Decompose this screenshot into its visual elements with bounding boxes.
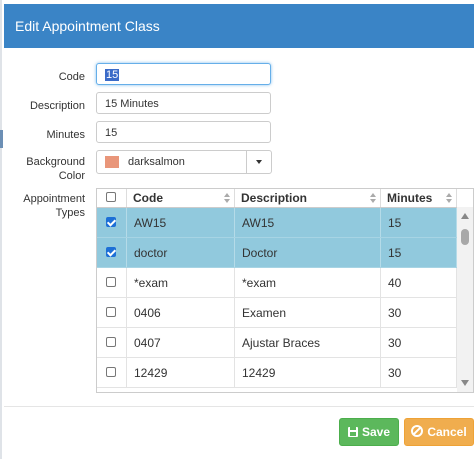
row-select-cell: [97, 268, 127, 297]
minutes-cell: 30: [381, 298, 457, 327]
save-button-label: Save: [361, 425, 391, 439]
row-checkbox[interactable]: [106, 217, 116, 227]
minutes-field[interactable]: 15: [96, 121, 271, 143]
table-row[interactable]: 0406 Examen 30: [97, 298, 457, 328]
footer-divider: [4, 406, 474, 407]
background-color-label: Background Color: [4, 155, 85, 183]
scroll-down-icon[interactable]: [461, 380, 469, 386]
row-select-cell: [97, 208, 127, 237]
description-cell: AW15: [235, 208, 381, 237]
grid-scrollbar[interactable]: [457, 207, 473, 392]
header-select-all-cell: [97, 189, 127, 207]
row-checkbox[interactable]: [106, 307, 116, 317]
minutes-cell: 30: [381, 328, 457, 357]
scroll-thumb[interactable]: [461, 229, 469, 245]
code-cell: *exam: [127, 268, 235, 297]
color-name: darksalmon: [128, 156, 185, 168]
column-header-code[interactable]: Code: [127, 189, 235, 207]
column-header-code-label: Code: [133, 191, 163, 205]
description-cell: 12429: [235, 358, 381, 387]
chevron-down-icon: [256, 160, 262, 164]
background-color-picker[interactable]: darksalmon: [96, 150, 272, 174]
row-select-cell: [97, 358, 127, 387]
row-checkbox[interactable]: [106, 277, 116, 287]
save-button[interactable]: Save: [339, 418, 399, 446]
minutes-cell: 15: [381, 238, 457, 267]
row-checkbox[interactable]: [106, 247, 116, 257]
description-cell: Doctor: [235, 238, 381, 267]
row-select-cell: [97, 298, 127, 327]
ban-icon: [411, 425, 424, 437]
table-row[interactable]: *exam *exam 40: [97, 268, 457, 298]
background-window-edge: [0, 0, 2, 459]
sort-icon: [446, 192, 452, 204]
appointment-types-label-line1: Appointment: [23, 193, 85, 205]
table-row[interactable]: 12429 12429 30: [97, 358, 457, 388]
description-cell: *exam: [235, 268, 381, 297]
table-row[interactable]: doctor Doctor 15: [97, 238, 457, 268]
background-color-label-line1: Background: [26, 156, 85, 168]
column-header-description-label: Description: [241, 191, 308, 205]
code-cell: doctor: [127, 238, 235, 267]
grid-header: Code Description Minutes: [97, 189, 457, 208]
code-value: 15: [105, 69, 120, 81]
code-cell: 0406: [127, 298, 235, 327]
description-cell: Examen: [235, 298, 381, 327]
table-row[interactable]: 0407 Ajustar Braces 30: [97, 328, 457, 358]
floppy-disk-icon: [347, 427, 358, 437]
minutes-cell: 40: [381, 268, 457, 297]
cancel-button-label: Cancel: [427, 425, 467, 439]
code-cell: 12429: [127, 358, 235, 387]
code-cell: AW15: [127, 208, 235, 237]
code-field[interactable]: 15: [96, 63, 271, 85]
edit-appointment-class-dialog: Edit Appointment Class Code 15 Descripti…: [4, 4, 474, 459]
row-select-cell: [97, 238, 127, 267]
color-swatch: [105, 156, 119, 168]
description-label: Description: [29, 100, 85, 112]
minutes-label: Minutes: [46, 129, 85, 141]
description-field[interactable]: 15 Minutes: [96, 92, 271, 114]
cancel-button[interactable]: Cancel: [404, 418, 474, 446]
code-cell: 0407: [127, 328, 235, 357]
minutes-cell: 15: [381, 208, 457, 237]
table-row[interactable]: AW15 AW15 15: [97, 208, 457, 238]
background-color-label-line2: Color: [58, 170, 85, 182]
row-select-cell: [97, 328, 127, 357]
column-header-minutes[interactable]: Minutes: [381, 189, 457, 207]
sort-icon: [370, 192, 376, 204]
appointment-types-label-line2: Types: [55, 207, 85, 219]
row-checkbox[interactable]: [106, 337, 116, 347]
select-all-checkbox[interactable]: [106, 192, 116, 202]
appointment-types-label: Appointment Types: [4, 192, 85, 220]
color-dropdown-button[interactable]: [246, 151, 271, 173]
scroll-up-icon[interactable]: [461, 213, 469, 219]
description-cell: Ajustar Braces: [235, 328, 381, 357]
row-checkbox[interactable]: [106, 367, 116, 377]
appointment-types-grid: Code Description Minutes AW15 AW15 15 docto…: [96, 188, 474, 393]
code-label: Code: [58, 71, 85, 83]
column-header-minutes-label: Minutes: [387, 191, 433, 205]
background-window-mark: [0, 130, 3, 148]
column-header-description[interactable]: Description: [235, 189, 381, 207]
sort-icon: [224, 192, 230, 204]
minutes-cell: 30: [381, 358, 457, 387]
dialog-title: Edit Appointment Class: [4, 4, 474, 48]
